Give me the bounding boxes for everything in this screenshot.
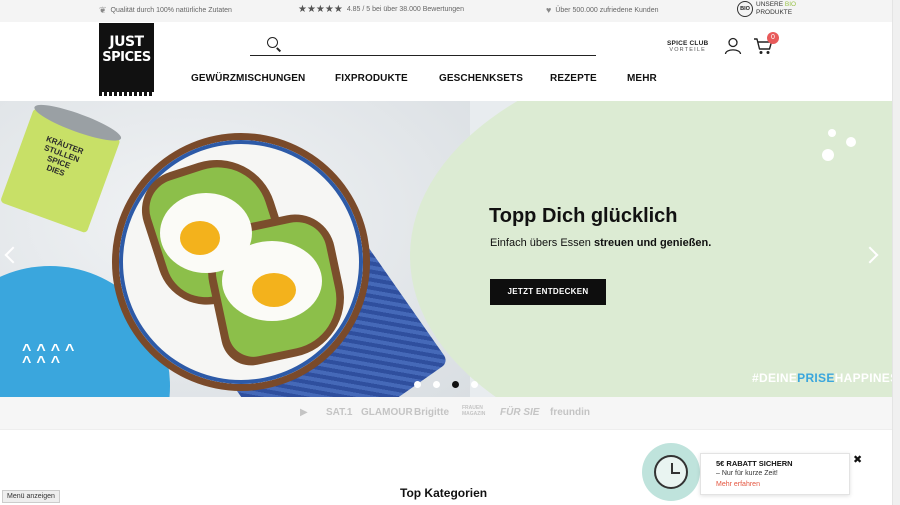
- press-logo-pro7-icon: ▶: [300, 407, 308, 418]
- section-title-top-categories: Top Kategorien: [400, 486, 488, 500]
- press-logo-sat1: SAT.1: [326, 407, 353, 418]
- page-scrollbar[interactable]: [892, 0, 900, 505]
- press-logo-frauenmagazin: FRAUEN MAGAZIN: [462, 405, 486, 417]
- spice-club-sublabel: VORTEILE: [669, 47, 707, 53]
- search-icon[interactable]: [267, 37, 278, 48]
- promo-link[interactable]: Mehr erfahren: [716, 479, 849, 491]
- promo-title: 5€ RABATT SICHERN: [716, 459, 793, 468]
- search-bar: [250, 36, 596, 56]
- bio-products-link[interactable]: BIO UNSERE BIO PRODUKTE: [737, 1, 796, 17]
- logo-line2: SPICES: [102, 50, 151, 65]
- cart-count-badge: 0: [767, 32, 779, 44]
- carousel-dot[interactable]: [433, 381, 440, 388]
- bio-badge-icon: BIO: [737, 1, 753, 17]
- nav-item-geschenksets[interactable]: GESCHENKSETS: [439, 73, 523, 84]
- hero-yolk-image: [180, 221, 220, 255]
- hero-deco-dot: [822, 149, 834, 161]
- chevron-pattern-icon: ^^^^ ^^^: [22, 342, 80, 371]
- hashtag-part: HAPPINESS: [834, 371, 892, 385]
- leaf-icon: ❦: [99, 5, 107, 15]
- nav-item-gewuerzmischungen[interactable]: GEWÜRZMISCHUNGEN: [191, 73, 305, 84]
- carousel-dot-active[interactable]: [452, 381, 459, 388]
- logo-line1: JUST: [109, 34, 144, 50]
- promo-clock-badge[interactable]: [642, 443, 700, 501]
- just-spices-logo[interactable]: JUST SPICES: [99, 23, 154, 96]
- press-logo-freundin: freundin: [550, 407, 590, 418]
- hero-yolk-image: [252, 273, 296, 307]
- bio-line1: UNSERE: [756, 1, 784, 8]
- hero-subtitle: Einfach übers Essen streuen und genießen…: [490, 237, 711, 249]
- press-logo-fuersie: FÜR SIE: [500, 407, 540, 418]
- hero-deco-dot: [828, 129, 836, 137]
- spice-club-label: SPICE CLUB: [667, 40, 709, 47]
- usp-quality-text: Qualität durch 100% natürliche Zutaten: [110, 7, 232, 14]
- bio-products-text: UNSERE BIO PRODUKTE: [756, 1, 796, 17]
- star-rating-icon: ★★★★★: [298, 4, 343, 15]
- nav-item-mehr[interactable]: MEHR: [627, 73, 657, 84]
- page: ❦ Qualität durch 100% natürliche Zutaten…: [0, 0, 900, 505]
- carousel-dot[interactable]: [414, 381, 421, 388]
- search-input[interactable]: [286, 36, 586, 54]
- hero-title: Topp Dich glücklich: [489, 205, 678, 227]
- nav-item-rezepte[interactable]: REZEPTE: [550, 73, 597, 84]
- promo-popup[interactable]: 5€ RABATT SICHERN – Nur für kurze Zeit! …: [700, 453, 850, 495]
- hero-deco-dot: [846, 137, 856, 147]
- promo-subtitle: – Nur für kurze Zeit!: [716, 470, 778, 477]
- usp-customers: ♥ Über 500.000 zufriedene Kunden: [546, 6, 658, 15]
- nav-item-fixprodukte[interactable]: FIXPRODUKTE: [335, 73, 408, 84]
- spice-club-link[interactable]: SPICE CLUB VORTEILE: [667, 40, 708, 54]
- hashtag-part-highlight: PRISE: [797, 371, 835, 385]
- hero-subtitle-plain: Einfach übers Essen: [490, 237, 594, 249]
- carousel-dots: [414, 381, 478, 388]
- heart-icon: ♥: [546, 5, 552, 15]
- user-icon[interactable]: [724, 37, 742, 55]
- press-logos: ▶ SAT.1 GLAMOUR Brigitte FRAUEN MAGAZIN …: [0, 397, 892, 430]
- hero-subtitle-bold: streuen und genießen.: [593, 237, 712, 249]
- usp-bar: ❦ Qualität durch 100% natürliche Zutaten…: [0, 0, 892, 22]
- hero-carousel[interactable]: ^^^^ ^^^ KRÄUTER STULLEN SPICE DIES Topp …: [0, 101, 892, 397]
- close-icon[interactable]: ✖: [853, 455, 862, 466]
- usp-rating-text: 4.85 / 5 bei über 38.000 Bewertungen: [346, 6, 464, 13]
- hero-hashtag: #DEINEPRISEHAPPINESS: [752, 371, 892, 385]
- hashtag-part: #DEINE: [752, 371, 798, 385]
- usp-customers-text: Über 500.000 zufriedene Kunden: [555, 7, 659, 14]
- press-logo-glamour: GLAMOUR: [361, 407, 413, 418]
- clock-icon: [654, 455, 688, 489]
- hero-cta-button[interactable]: JETZT ENTDECKEN: [490, 279, 606, 305]
- bio-line2: PRODUKTE: [756, 9, 793, 16]
- hero-green-shape: [410, 101, 892, 397]
- usp-quality: ❦ Qualität durch 100% natürliche Zutaten: [99, 6, 232, 15]
- usp-rating: ★★★★★ 4.85 / 5 bei über 38.000 Bewertung…: [298, 4, 464, 15]
- menu-toggle-button[interactable]: Menü anzeigen: [2, 490, 60, 503]
- press-logo-brigitte: Brigitte: [414, 407, 449, 418]
- carousel-dot[interactable]: [471, 381, 478, 388]
- bio-line1-green: BIO: [784, 1, 797, 8]
